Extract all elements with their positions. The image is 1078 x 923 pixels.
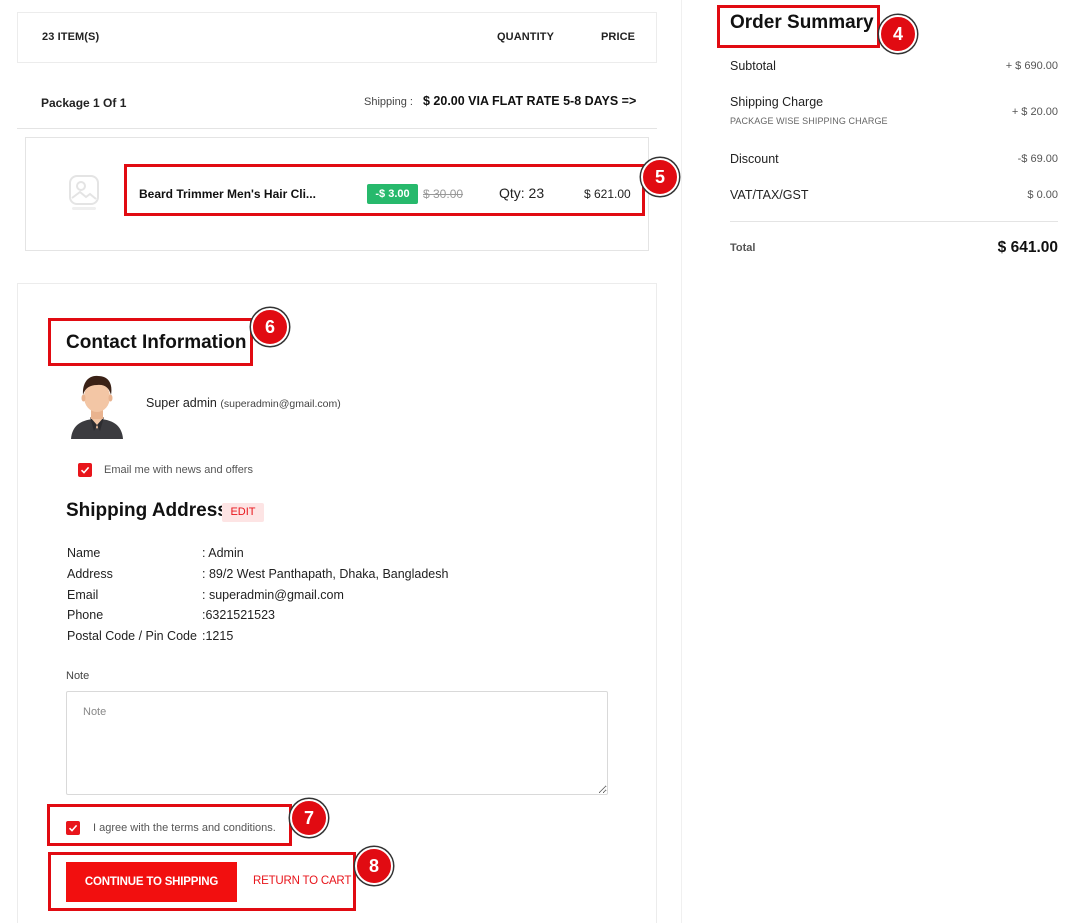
shipping-charge-value: + $ 20.00 — [1011, 106, 1058, 118]
cart-items-header: 23 ITEM(S) QUANTITY PRICE — [17, 12, 657, 63]
package-row: Package 1 Of 1 Shipping : $ 20.00 VIA FL… — [17, 80, 657, 129]
package-shipping-label: Shipping : — [364, 96, 413, 108]
user-avatar — [68, 373, 126, 439]
address-row-value: : Admin — [202, 546, 244, 560]
newsletter-label: Email me with news and offers — [104, 464, 253, 476]
vat-value: $ 0.00 — [1027, 189, 1058, 201]
note-label: Note — [66, 670, 90, 682]
address-row-value: : 89/2 West Panthapath, Dhaka, Banglades… — [202, 567, 449, 581]
subtotal-label: Subtotal — [730, 59, 776, 73]
subtotal-value: + $ 690.00 — [1005, 60, 1058, 72]
package-shipping-method[interactable]: $ 20.00 VIA FLAT RATE 5-8 DAYS => — [423, 94, 636, 108]
address-row-value: :6321521523 — [202, 608, 275, 622]
shipping-charge-note: PACKAGE WISE SHIPPING CHARGE — [730, 116, 888, 126]
user-email: (superadmin@gmail.com) — [220, 398, 341, 410]
annotation-highlight-order-summary — [717, 5, 880, 48]
discount-label: Discount — [730, 152, 779, 166]
annotation-badge: 7 — [290, 799, 328, 837]
total-value: $ 641.00 — [997, 239, 1058, 256]
annotation-highlight-actions — [48, 852, 356, 911]
shipping-charge-label: Shipping Charge — [730, 95, 824, 109]
summary-divider — [730, 221, 1058, 222]
address-row-label: Address — [67, 567, 113, 581]
shipping-address-title: Shipping Address — [66, 500, 228, 521]
address-row-label: Email — [67, 588, 99, 602]
items-count: 23 ITEM(S) — [42, 31, 100, 43]
price-column-header: PRICE — [601, 31, 636, 43]
address-row-label: Name — [67, 546, 101, 560]
annotation-badge: 6 — [251, 308, 289, 346]
address-row-label: Postal Code / Pin Code — [67, 629, 197, 643]
total-label: Total — [730, 242, 756, 254]
annotation-badge: 8 — [355, 847, 393, 885]
user-name: Super admin — [146, 396, 217, 410]
order-summary-panel — [681, 0, 1078, 923]
image-placeholder-icon — [68, 174, 100, 212]
edit-address-button[interactable]: EDIT — [222, 503, 264, 522]
annotation-badge: 5 — [641, 158, 679, 196]
note-input[interactable] — [66, 691, 608, 795]
annotation-highlight-product-row — [124, 164, 645, 216]
newsletter-checkbox[interactable] — [78, 463, 92, 477]
package-label: Package 1 Of 1 — [41, 96, 127, 110]
discount-value: -$ 69.00 — [1017, 153, 1058, 165]
user-name-line: Super admin (superadmin@gmail.com) — [146, 396, 341, 410]
annotation-highlight-contact-title — [48, 318, 253, 366]
annotation-highlight-terms — [47, 804, 292, 846]
vat-label: VAT/TAX/GST — [730, 188, 809, 202]
check-icon — [80, 466, 90, 474]
quantity-column-header: QUANTITY — [497, 31, 555, 43]
address-row-value: :1215 — [202, 629, 234, 643]
address-row-label: Phone — [67, 608, 104, 622]
address-row-value: : superadmin@gmail.com — [202, 588, 344, 602]
annotation-badge: 4 — [879, 15, 917, 53]
